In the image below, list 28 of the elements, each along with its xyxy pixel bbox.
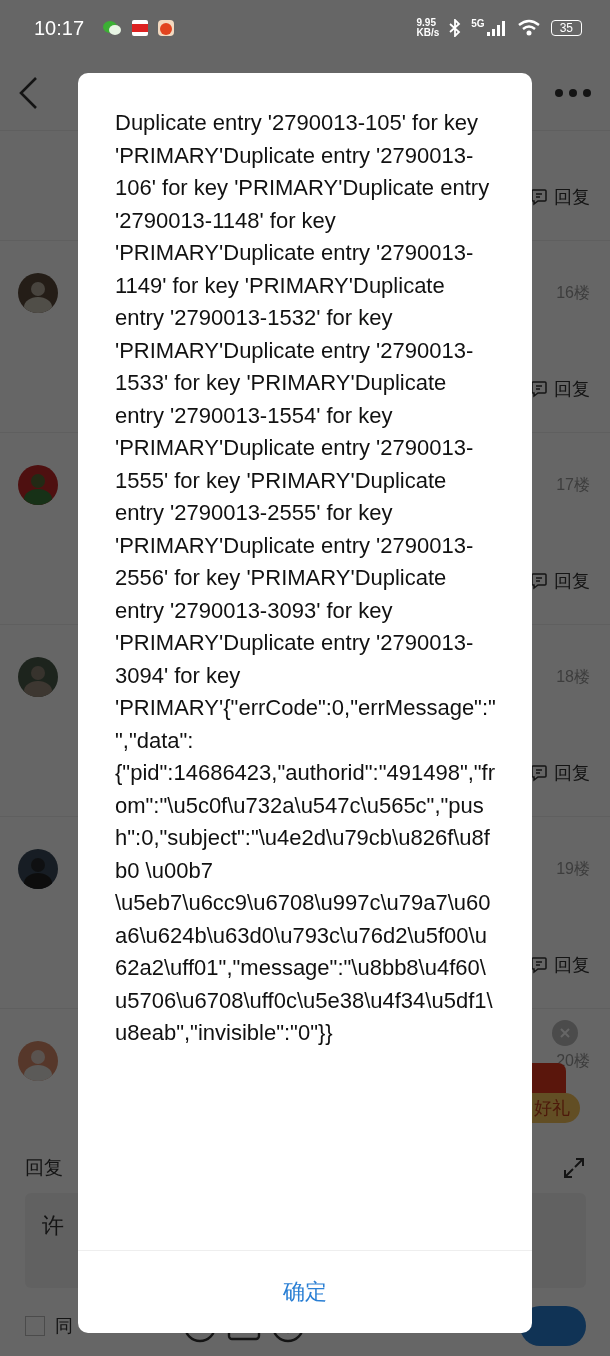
reply-button[interactable]: 回复 [530, 569, 590, 593]
battery-level: 35 [550, 20, 582, 36]
network-speed: 9.95 KB/s [416, 18, 440, 38]
comment-icon [530, 380, 548, 398]
reply-button[interactable]: 回复 [530, 185, 590, 209]
reply-title: 回复 [25, 1156, 63, 1180]
error-message: Duplicate entry '2790013-105' for key 'PRIMARY'Duplicate entry '2790013-106' for key 'PRIMARY'Duplicate entry '2790013-1148' for key 'PRIMARY'Duplicate entry '2790013-1149' for key 'PRIMARY'Duplicate entry '2790013-1532' for key 'PRIMARY'Duplicate entry '2790013-1533' for key 'PRIMARY'Duplicate entry '2790013-1554' for key 'PRIMARY'Duplicate entry '2790013-1555' for key 'PRIMARY'Duplicate entry '2790013-2555' for key 'PRIMARY'Duplicate entry '2790013-2556' for key 'PRIMARY'Duplicate entry '2790013-3093' for key 'PRIMARY'Duplicate entry '2790013-3094' for key 'PRIMARY'{"errCode":0,"errMessage":"","data":{"pid":14686423,"authorid":"491498","from":"\u5c0f\u732a\u547c\u565c","push":0,"subject":"\u4e2d\u79cb\u826f\u8fb0 \u00b7 \u5eb7\u6cc9\u6708\u997c\u79a7\u60a6\u624b\u63d0\u793c\u76d2\u5f00\u62a2\uff01","message":"\u8bb8\u4f60\u5706\u6708\uff0c\u5e38\u4f34\u5df1\u8eab","invisible":"0"}} [114, 109, 497, 1047]
checkbox-label: 同 [55, 1315, 73, 1338]
comment-icon [530, 764, 548, 782]
news-app-icon [132, 20, 149, 36]
comment-icon [530, 572, 548, 590]
network-type: 5G [471, 18, 485, 29]
reply-button[interactable]: 回复 [530, 761, 590, 785]
tomato-app-icon [158, 20, 175, 36]
wifi-icon [516, 19, 541, 37]
expand-icon[interactable] [562, 1156, 586, 1180]
more-icon[interactable] [554, 88, 592, 98]
reply-button[interactable]: 回复 [530, 953, 590, 977]
confirm-button[interactable]: 确定 [78, 1250, 532, 1333]
comment-icon [530, 956, 548, 974]
reply-button[interactable]: 回复 [530, 377, 590, 401]
bluetooth-icon [449, 19, 462, 37]
comment-icon [530, 188, 548, 206]
chat-app-icon [102, 20, 123, 36]
signal-icon [486, 20, 507, 36]
back-icon[interactable] [18, 76, 38, 110]
checkbox[interactable] [25, 1316, 45, 1336]
status-time: 10:17 [34, 16, 85, 40]
